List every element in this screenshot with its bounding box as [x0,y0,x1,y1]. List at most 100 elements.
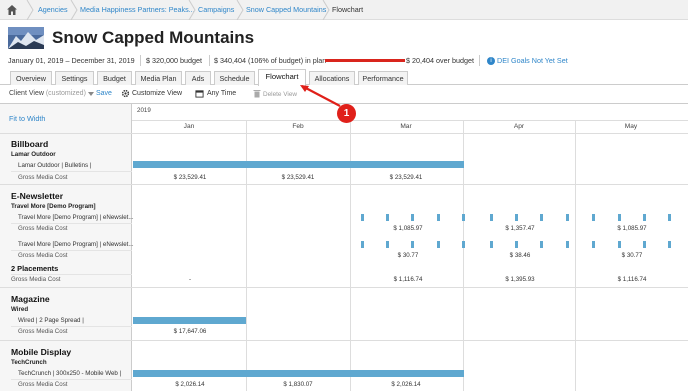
cost-value: $ 23,529.41 [173,174,207,181]
divider [0,133,688,134]
flight-tick[interactable] [462,214,465,221]
flight-tick[interactable] [437,214,440,221]
breadcrumb-separator-icon [188,0,196,20]
tab-performance[interactable]: Performance [358,71,408,85]
save-view-button[interactable]: Save [96,90,112,97]
flight-tick[interactable] [490,214,493,221]
tab-budget[interactable]: Budget [97,71,132,85]
flight-tick[interactable] [592,214,595,221]
divider [209,55,210,66]
cost-value: $ 17,647.06 [173,328,207,335]
over-budget-amount: $ 20,404 over budget [406,56,474,65]
flight-tick[interactable] [462,241,465,248]
section-title: Mobile Display [11,347,72,357]
flight-tick[interactable] [643,214,646,221]
year-label: 2019 [137,107,151,114]
any-time-button[interactable]: Any Time [207,90,236,97]
flight-tick[interactable] [643,241,646,248]
cost-value: $ 1,116.74 [617,276,647,283]
flight-tick[interactable] [592,241,595,248]
breadcrumb-separator-icon [322,0,330,20]
flight-tick[interactable] [411,241,414,248]
flight-tick[interactable] [540,214,543,221]
cost-label: Gross Media Cost [18,328,68,335]
placement-label[interactable]: Travel More [Demo Program] | eNewslet... [18,214,134,221]
vendor-label: Travel More [Demo Program] [11,203,96,210]
month-header: Mar [400,123,412,130]
section-title: Magazine [11,294,50,304]
tab-media-plan[interactable]: Media Plan [135,71,182,85]
breadcrumb-agencies[interactable]: Agencies [38,0,68,20]
flight-tick[interactable] [411,214,414,221]
tab-schedule[interactable]: Schedule [214,71,255,85]
flight-bar[interactable] [133,317,246,324]
tab-ads[interactable]: Ads [185,71,211,85]
annotation-underline [325,59,405,62]
placement-label[interactable]: Wired | 2 Page Spread | [18,317,84,324]
cost-value: $ 30.77 [621,252,643,259]
breadcrumb-agency-name[interactable]: Media Happiness Partners: Peaks... [80,0,195,20]
dei-goals-link[interactable]: i DEI Goals Not Yet Set [487,56,568,66]
calendar-icon [195,90,204,98]
cost-value: $ 1,830.07 [283,381,313,388]
vendor-label: Wired [11,306,29,313]
divider [0,287,688,288]
flight-tick[interactable] [618,241,621,248]
home-icon[interactable] [6,4,18,16]
month-header: May [624,123,638,130]
flight-tick[interactable] [668,241,671,248]
date-range: January 01, 2019 – December 31, 2019 [8,56,135,65]
breadcrumb-campaigns[interactable]: Campaigns [198,0,234,20]
divider [132,120,688,121]
flight-tick[interactable] [490,241,493,248]
placement-label[interactable]: Travel More [Demo Program] | eNewslet... [18,241,134,248]
flight-tick[interactable] [540,241,543,248]
flight-tick[interactable] [361,214,364,221]
chevron-down-icon[interactable] [88,92,94,96]
flight-tick[interactable] [386,214,389,221]
tab-settings[interactable]: Settings [55,71,94,85]
flight-tick[interactable] [515,241,518,248]
flight-tick[interactable] [566,214,569,221]
cost-label: Gross Media Cost [18,174,68,181]
flight-bar[interactable] [133,161,464,168]
flight-bar[interactable] [133,370,464,377]
vendor-label: TechCrunch [11,359,47,366]
cost-value: $ 38.46 [509,252,531,259]
divider [11,274,132,275]
customized-label: (customized) [45,90,86,97]
breadcrumb-separator-icon [70,0,78,20]
cost-value: $ 1,357.47 [505,225,535,232]
flight-tick[interactable] [566,241,569,248]
cost-value: - [188,276,192,283]
gear-icon [121,89,130,98]
flight-tick[interactable] [437,241,440,248]
section-title: Billboard [11,139,49,149]
cost-value: $ 1,085.97 [617,225,647,232]
divider [479,55,480,66]
flowchart-grid: Fit to Width 2019 Jan Feb Mar Apr May Bi… [0,103,688,391]
dei-goals-label: DEI Goals Not Yet Set [497,56,568,65]
breadcrumb-campaign[interactable]: Snow Capped Mountains [246,0,326,20]
client-view-label: Client View [9,90,44,97]
campaign-thumbnail-image [8,27,44,49]
callout-badge: 1 [337,104,356,123]
client-view-select[interactable]: Client View (customized) [9,90,86,97]
divider [11,326,132,327]
flight-tick[interactable] [386,241,389,248]
fit-to-width-link[interactable]: Fit to Width [9,114,45,123]
flight-tick[interactable] [668,214,671,221]
page-title: Snow Capped Mountains [52,28,255,47]
in-plan-amount: $ 340,404 (106% of budget) in plan [214,56,327,65]
customize-view-button[interactable]: Customize View [132,90,182,97]
breadcrumb-separator-icon [236,0,244,20]
placement-label[interactable]: Lamar Outdoor | Bulletins | [18,162,91,169]
cost-value: $ 2,026.14 [391,381,421,388]
flight-tick[interactable] [515,214,518,221]
flight-tick[interactable] [361,241,364,248]
flight-tick[interactable] [618,214,621,221]
month-divider [575,120,576,391]
tab-overview[interactable]: Overview [10,71,52,85]
placement-label[interactable]: TechCrunch | 300x250 - Mobile Web | [18,370,121,377]
divider [0,184,688,185]
